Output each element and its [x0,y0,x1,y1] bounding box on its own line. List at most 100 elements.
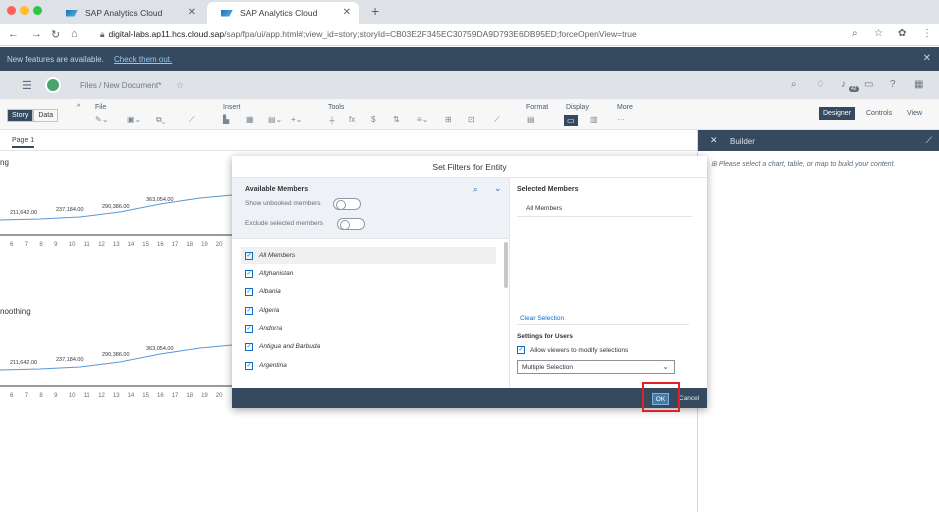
collapse-toolbar-icon[interactable]: ^ [77,104,80,111]
member-label: Algeria [259,307,280,314]
show-unbooked-toggle[interactable] [333,198,361,210]
notification-count-badge: 42 [849,86,859,92]
format-icon[interactable]: ▤ [527,115,535,124]
exclude-selected-toggle[interactable] [337,218,365,230]
comment-icon[interactable]: ▭ [564,115,578,126]
close-tab-icon[interactable]: ✕ [343,7,351,18]
list-item[interactable]: ✓ Argentina [241,357,496,374]
selection-mode-select[interactable]: Multiple Selection ⌄ [517,360,675,374]
checkbox[interactable]: ✓ [245,251,253,260]
allow-viewers-checkbox[interactable]: ✓ [517,346,525,354]
share-icon[interactable]: ⟋ [189,115,195,125]
list-item[interactable]: ✓ Antigua and Barbuda [241,338,496,355]
checkbox[interactable]: ✓ [245,306,253,315]
home-avatar[interactable] [45,77,61,93]
browser-menu-icon[interactable]: ⋮ [922,28,932,39]
disabled-tool-icon: ⊡ [468,115,475,124]
checkbox[interactable]: ✓ [245,269,253,278]
page-tab[interactable]: Page 1 [12,137,35,148]
cancel-button[interactable]: Cancel [679,395,699,402]
maximize-window-button[interactable] [33,6,42,15]
member-label: Albania [259,288,281,295]
forward-icon[interactable]: → [31,28,42,40]
notification-link[interactable]: Check them out. [114,55,172,64]
minimize-window-button[interactable] [20,6,29,15]
notifications-icon[interactable]: ♪ [841,79,846,90]
zoom-icon[interactable]: ⌕ [852,28,858,39]
add-icon[interactable]: +⌄ [291,115,302,124]
browser-tab-active[interactable]: SAP Analytics Cloud ✕ [207,2,359,24]
close-notification-icon[interactable]: ✕ [923,53,931,64]
sort-icon[interactable]: ⇅ [393,115,400,124]
selected-member-item[interactable]: All Members [526,205,562,212]
new-tab-button[interactable]: + [371,3,379,19]
checkbox[interactable]: ✓ [245,324,253,333]
breadcrumb[interactable]: Files / New Document* [80,81,161,90]
apps-grid-icon[interactable]: ▦ [914,79,923,90]
designer-button[interactable]: Designer [819,107,856,120]
save-icon[interactable]: ▣⌄ [127,115,141,124]
back-icon[interactable]: ← [8,28,19,40]
browser-tab-bar: SAP Analytics Cloud ✕ SAP Analytics Clou… [0,0,939,24]
chart-title: ng [0,158,9,167]
clear-selection-link[interactable]: Clear Selection [520,315,564,322]
url-host: digital-labs.ap11.hcs.cloud.sap [108,29,225,39]
favorite-star-icon[interactable]: ☆ [176,80,184,91]
list-item[interactable]: ✓ Algeria [241,302,496,319]
search-icon[interactable]: ⌕ [791,79,797,90]
file-group-label: File [95,104,107,111]
member-label: Andorra [259,325,283,332]
layout-icon[interactable]: ▥ [590,115,598,124]
filter-icon[interactable]: ⏚ [328,115,336,126]
story-tab[interactable]: Story [7,109,34,122]
data-label: 211,642.00 [10,210,38,216]
browser-tab[interactable]: SAP Analytics Cloud ✕ [52,2,204,24]
lock-icon: 🔒︎ [100,29,105,39]
x-tick-label: 14 [127,242,135,248]
controls-button[interactable]: Controls [862,107,896,120]
close-window-button[interactable] [7,6,16,15]
url-field[interactable]: 🔒︎ digital-labs.ap11.hcs.cloud.sap/sap/fp… [100,29,637,40]
extension-icon[interactable]: ✿ [898,28,906,39]
close-tab-icon[interactable]: ✕ [188,7,196,18]
x-tick-label: 6 [10,242,14,248]
dialog-title: Set Filters for Entity [232,156,707,178]
list-scrollbar[interactable] [504,242,508,288]
allow-viewers-row[interactable]: ✓ Allow viewers to modify selections [517,346,628,354]
member-label: All Members [259,252,296,259]
currency-icon[interactable]: $ [371,115,375,124]
checkbox[interactable]: ✓ [245,361,253,370]
home-icon[interactable]: ⌂ [71,28,78,40]
copy-icon[interactable]: ⧉⌄ [156,115,166,125]
chevron-down-icon[interactable]: ⌄ [494,183,502,194]
table-icon[interactable]: ▦ [246,115,254,124]
bookmark-star-icon[interactable]: ☆ [874,28,883,39]
list-item[interactable]: ✓ Afghanistan [241,265,496,282]
data-tab[interactable]: Data [33,109,59,122]
sap-logo-icon [66,9,78,17]
brush-icon[interactable]: ⟋ [926,135,932,146]
shell-bar: ☰ Files / New Document* ☆ ⌕ ♢ ♪ 42 ▭ ? ▦ [0,71,939,99]
list-item[interactable]: ✓ Albania [241,283,496,300]
hamburger-menu-icon[interactable]: ☰ [22,79,32,92]
lightbulb-icon[interactable]: ♢ [816,79,825,90]
file-menu-icon[interactable]: ✎⌄ [95,115,108,124]
checkbox[interactable]: ✓ [245,342,253,351]
reload-icon[interactable]: ↻ [51,28,60,41]
checkbox[interactable]: ✓ [245,287,253,296]
more-icon[interactable]: ··· [617,115,625,124]
view-button[interactable]: View [903,107,926,120]
list-item[interactable]: ✓ All Members [241,247,496,264]
chat-icon[interactable]: ▭ [864,79,873,90]
list-item[interactable]: ✓ Andorra [241,320,496,337]
ranking-icon[interactable]: ≡⌄ [417,115,428,124]
formula-icon[interactable]: fx [349,115,355,124]
search-icon[interactable]: ⌕ [473,185,477,195]
help-icon[interactable]: ? [890,79,896,90]
x-tick-label: 8 [39,393,43,399]
chart-icon[interactable]: ▙ [223,115,229,124]
x-tick-label: 12 [98,393,105,399]
image-icon[interactable]: ▤⌄ [268,115,282,124]
insert-group-label: Insert [223,104,241,111]
tools-icon[interactable]: ✕ [710,135,718,146]
